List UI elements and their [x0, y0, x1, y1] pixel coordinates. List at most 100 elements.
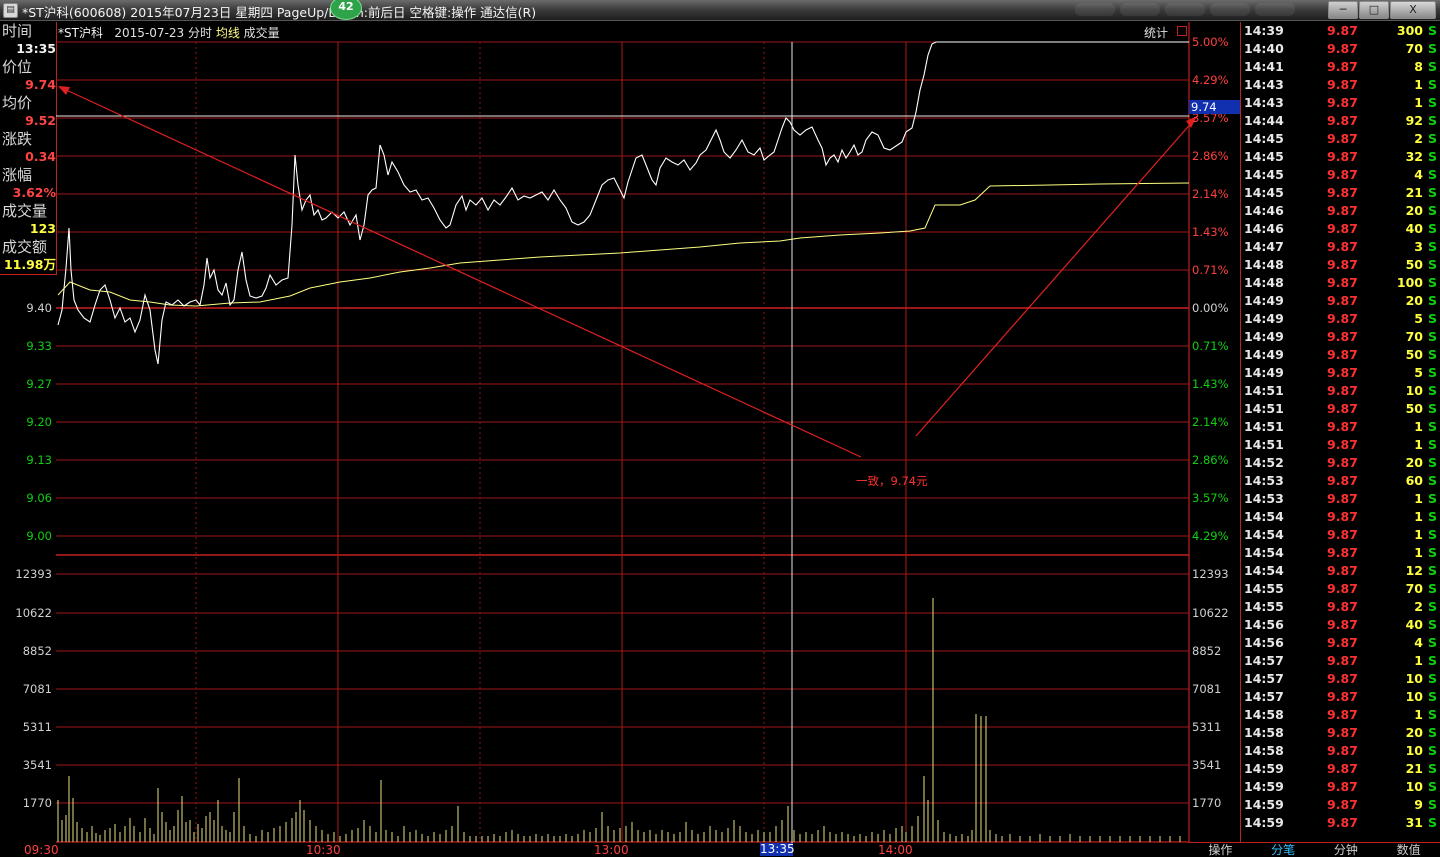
tick-row[interactable]: 14:47 9.87 3 S [1241, 238, 1440, 256]
tick-row[interactable]: 14:59 9.87 31 S [1241, 814, 1440, 832]
tick-time: 14:48 [1244, 257, 1284, 272]
tick-volume: 50 [1405, 257, 1423, 272]
tick-price: 9.87 [1327, 185, 1358, 200]
tick-side: S [1427, 113, 1437, 128]
tick-price: 9.87 [1327, 77, 1358, 92]
tick-volume: 4 [1414, 635, 1423, 650]
tick-time: 14:49 [1244, 329, 1284, 344]
bottom-tab[interactable]: 分钟 [1315, 843, 1378, 857]
restore-button[interactable]: □ [1359, 1, 1389, 19]
bottom-tab[interactable]: 分笔 [1252, 843, 1315, 857]
tick-price: 9.87 [1327, 653, 1358, 668]
tick-row[interactable]: 14:39 9.87 300 S [1241, 22, 1440, 40]
minimize-button[interactable]: ─ [1328, 1, 1358, 19]
tick-row[interactable]: 14:49 9.87 5 S [1241, 310, 1440, 328]
tick-row[interactable]: 14:56 9.87 40 S [1241, 616, 1440, 634]
tick-row[interactable]: 14:55 9.87 70 S [1241, 580, 1440, 598]
tick-row[interactable]: 14:58 9.87 10 S [1241, 742, 1440, 760]
tick-price: 9.87 [1327, 599, 1358, 614]
tick-row[interactable]: 14:51 9.87 1 S [1241, 436, 1440, 454]
tick-row[interactable]: 14:49 9.87 50 S [1241, 346, 1440, 364]
tick-row[interactable]: 14:56 9.87 4 S [1241, 634, 1440, 652]
tick-side: S [1427, 311, 1437, 326]
tick-volume: 5 [1414, 365, 1423, 380]
tick-price: 9.87 [1327, 797, 1358, 812]
tick-row[interactable]: 14:52 9.87 20 S [1241, 454, 1440, 472]
tick-row[interactable]: 14:45 9.87 32 S [1241, 148, 1440, 166]
tick-row[interactable]: 14:51 9.87 10 S [1241, 382, 1440, 400]
tick-row[interactable]: 14:58 9.87 1 S [1241, 706, 1440, 724]
tick-price: 9.87 [1327, 257, 1358, 272]
tick-row[interactable]: 14:57 9.87 10 S [1241, 670, 1440, 688]
tick-row[interactable]: 14:59 9.87 21 S [1241, 760, 1440, 778]
tick-row[interactable]: 14:49 9.87 5 S [1241, 364, 1440, 382]
pct-axis-tick: 4.29% [1192, 529, 1229, 543]
tick-side: S [1427, 437, 1437, 452]
tick-side: S [1427, 167, 1437, 182]
tick-time: 14:41 [1244, 59, 1284, 74]
volume-axis-tick: 8852 [22, 644, 52, 658]
tick-row[interactable]: 14:51 9.87 50 S [1241, 400, 1440, 418]
tick-row[interactable]: 14:58 9.87 20 S [1241, 724, 1440, 742]
tick-row[interactable]: 14:54 9.87 1 S [1241, 544, 1440, 562]
tick-list[interactable]: 14:39 9.87 300 S 14:40 9.87 70 S 14:41 9.87 8 S 14:4… [1240, 22, 1440, 842]
time-label: 时间 [2, 22, 33, 40]
tick-time: 14:47 [1244, 239, 1284, 254]
volume-axis-tick: 12393 [1192, 567, 1229, 581]
tick-row[interactable]: 14:48 9.87 50 S [1241, 256, 1440, 274]
tick-side: S [1427, 725, 1437, 740]
tick-row[interactable]: 14:53 9.87 60 S [1241, 472, 1440, 490]
tick-row[interactable]: 14:51 9.87 1 S [1241, 418, 1440, 436]
volume-axis-tick: 1770 [22, 796, 52, 810]
trend-arrow-up [915, 119, 1195, 437]
tick-row[interactable]: 14:41 9.87 8 S [1241, 58, 1440, 76]
stat-toggle[interactable]: 统计 [1144, 24, 1168, 41]
bottom-tab[interactable]: 操作 [1189, 843, 1252, 857]
tick-time: 14:55 [1244, 599, 1284, 614]
tick-price: 9.87 [1327, 401, 1358, 416]
tick-side: S [1427, 77, 1437, 92]
tick-row[interactable]: 14:53 9.87 1 S [1241, 490, 1440, 508]
close-button[interactable]: X [1390, 1, 1436, 19]
tick-volume: 40 [1405, 221, 1423, 236]
pct-axis-tick: 2.86% [1192, 149, 1229, 163]
tick-row[interactable]: 14:59 9.87 10 S [1241, 778, 1440, 796]
tick-row[interactable]: 14:46 9.87 40 S [1241, 220, 1440, 238]
tick-row[interactable]: 14:54 9.87 12 S [1241, 562, 1440, 580]
stat-checkbox[interactable] [1177, 26, 1187, 36]
tick-row[interactable]: 14:48 9.87 100 S [1241, 274, 1440, 292]
tick-time: 14:54 [1244, 527, 1284, 542]
tick-row[interactable]: 14:43 9.87 1 S [1241, 76, 1440, 94]
time-axis-tick: 14:00 [878, 843, 913, 857]
tick-volume: 1 [1414, 707, 1423, 722]
tick-row[interactable]: 14:45 9.87 4 S [1241, 166, 1440, 184]
tick-row[interactable]: 14:49 9.87 20 S [1241, 292, 1440, 310]
amount-label: 成交额 [2, 238, 48, 256]
tick-row[interactable]: 14:46 9.87 20 S [1241, 202, 1440, 220]
tick-price: 9.87 [1327, 347, 1358, 362]
cursor-price-tag: 9.74 [1189, 100, 1241, 114]
tick-volume: 50 [1405, 401, 1423, 416]
tick-price: 9.87 [1327, 131, 1358, 146]
tick-row[interactable]: 14:45 9.87 2 S [1241, 130, 1440, 148]
tick-side: S [1427, 95, 1437, 110]
tick-row[interactable]: 14:57 9.87 1 S [1241, 652, 1440, 670]
tick-row[interactable]: 14:54 9.87 1 S [1241, 508, 1440, 526]
volume-axis-tick: 7081 [22, 682, 52, 696]
tick-row[interactable]: 14:57 9.87 10 S [1241, 688, 1440, 706]
tick-row[interactable]: 14:43 9.87 1 S [1241, 94, 1440, 112]
tick-volume: 20 [1405, 293, 1423, 308]
tick-row[interactable]: 14:49 9.87 70 S [1241, 328, 1440, 346]
tick-row[interactable]: 14:40 9.87 70 S [1241, 40, 1440, 58]
tick-time: 14:52 [1244, 455, 1284, 470]
tick-row[interactable]: 14:59 9.87 9 S [1241, 796, 1440, 814]
tick-row[interactable]: 14:54 9.87 1 S [1241, 526, 1440, 544]
pct-axis-tick: 2.14% [1192, 187, 1229, 201]
volume-axis-tick: 5311 [22, 720, 52, 734]
tick-row[interactable]: 14:44 9.87 92 S [1241, 112, 1440, 130]
bottom-tab[interactable]: 数值 [1377, 843, 1440, 857]
tick-time: 14:45 [1244, 131, 1284, 146]
tick-row[interactable]: 14:55 9.87 2 S [1241, 598, 1440, 616]
tick-row[interactable]: 14:45 9.87 21 S [1241, 184, 1440, 202]
volume-legend: 成交量 [243, 26, 280, 40]
